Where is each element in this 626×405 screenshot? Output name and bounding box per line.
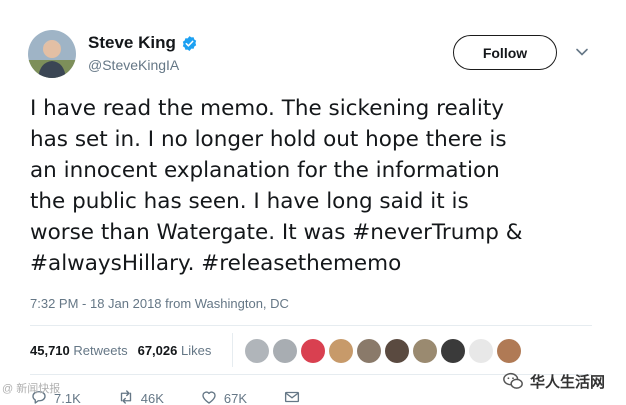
liker-avatar[interactable]	[245, 339, 269, 363]
heart-icon	[200, 388, 218, 405]
liker-avatar[interactable]	[469, 339, 493, 363]
watermark-right-text: 华人生活网	[530, 373, 606, 391]
retweets-count: 45,710	[30, 343, 70, 358]
divider	[30, 325, 592, 326]
avatar[interactable]	[28, 30, 76, 78]
follow-button[interactable]: Follow	[453, 35, 557, 70]
wechat-icon	[502, 370, 524, 392]
tweet-line: an innocent explanation for the informat…	[30, 158, 500, 183]
retweet-button[interactable]: 46K	[117, 388, 164, 405]
watermark-right: 华人生活网	[502, 370, 605, 392]
liker-avatar[interactable]	[441, 339, 465, 363]
watermark-left: @ 新闻快报	[2, 383, 61, 395]
tweet-line: #alwaysHillary. #releasethememo	[30, 251, 402, 276]
likes-label: Likes	[180, 343, 212, 358]
like-count: 67K	[223, 391, 248, 405]
liker-avatar[interactable]	[497, 339, 521, 363]
tweet-line: the public has seen. I have long said it…	[30, 189, 469, 214]
likes-count: 67,026	[137, 343, 178, 358]
liker-avatar[interactable]	[357, 339, 381, 363]
tweet-timestamp[interactable]: 7:32 PM - 18 Jan 2018 from Washington, D…	[30, 296, 289, 311]
liker-avatar[interactable]	[385, 339, 409, 363]
tweet-line: I have read the memo. The sickening real…	[30, 96, 504, 121]
liker-avatar[interactable]	[413, 339, 437, 363]
retweets-stat[interactable]: 45,710 Retweets	[30, 343, 128, 358]
verified-badge-icon	[181, 35, 198, 52]
tweet-stats: 45,710 Retweets 67,026 Likes	[30, 343, 211, 358]
likes-stat[interactable]: 67,026 Likes	[138, 343, 212, 358]
envelope-icon	[283, 388, 301, 405]
liker-avatar[interactable]	[301, 339, 325, 363]
stats-separator	[232, 333, 233, 367]
tweet-line: worse than Watergate. It was #neverTrump…	[30, 220, 523, 245]
liker-avatar[interactable]	[329, 339, 353, 363]
user-name[interactable]: Steve King	[88, 33, 198, 53]
retweet-icon	[117, 388, 135, 405]
user-name-text: Steve King	[88, 33, 176, 52]
like-button[interactable]: 67K	[200, 388, 247, 405]
tweet-actions: 7.1K 46K 67K	[30, 388, 337, 405]
user-handle[interactable]: @SteveKingIA	[88, 57, 179, 73]
chevron-down-icon[interactable]	[575, 45, 589, 59]
liker-avatars	[245, 339, 521, 363]
tweet-line: has set in. I no longer hold out hope th…	[30, 127, 507, 152]
liker-avatar[interactable]	[273, 339, 297, 363]
retweets-label: Retweets	[73, 343, 128, 358]
message-button[interactable]	[283, 388, 301, 405]
retweet-count: 46K	[140, 391, 164, 405]
tweet-text: I have read the memo. The sickening real…	[30, 93, 605, 279]
